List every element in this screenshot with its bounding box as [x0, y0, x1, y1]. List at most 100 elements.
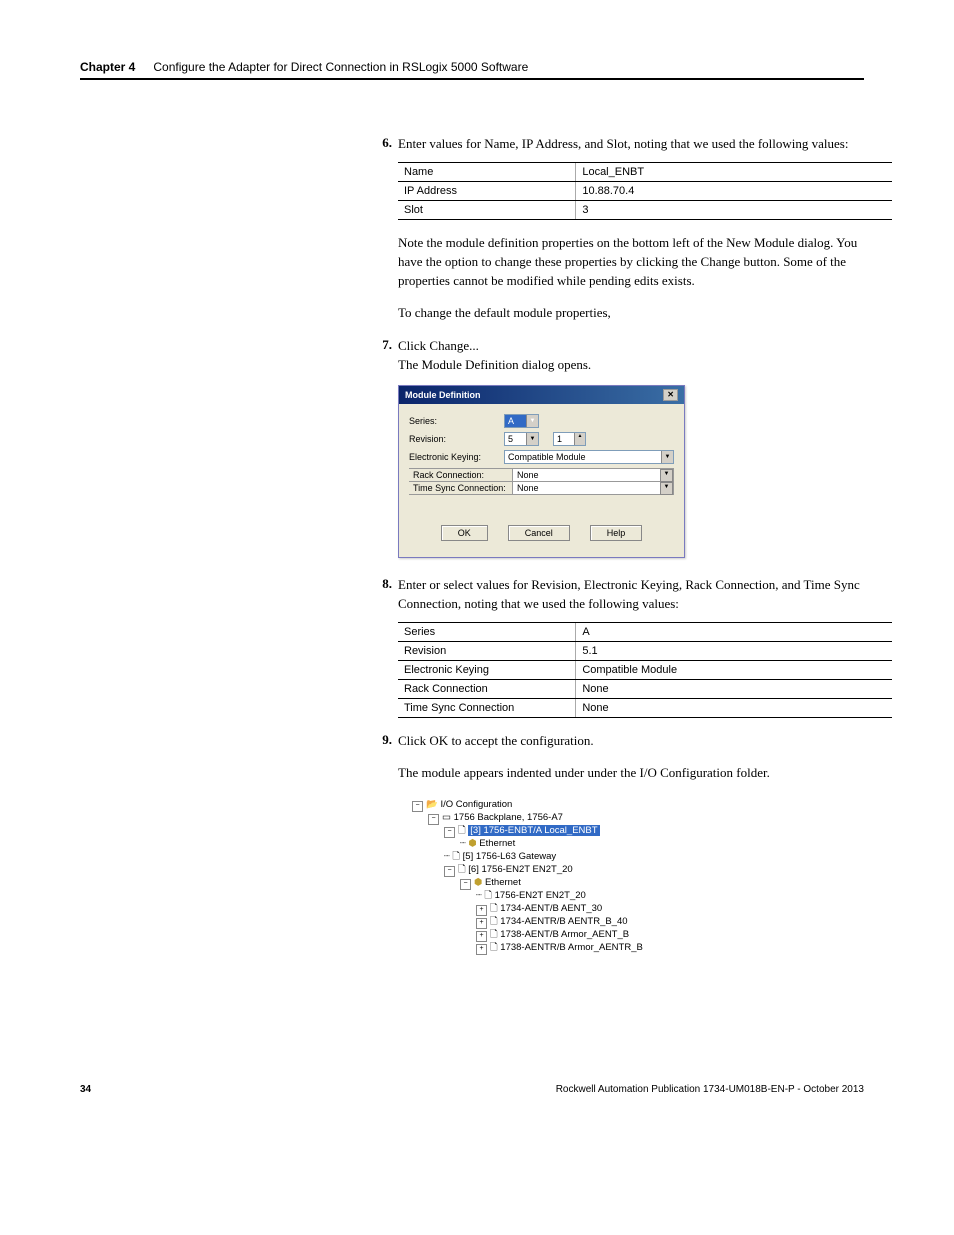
- dialog-title-text: Module Definition: [405, 390, 481, 400]
- tree-node[interactable]: ┈ ⬢ Ethernet: [400, 838, 680, 851]
- step-number: 6.: [370, 135, 392, 154]
- tree-node[interactable]: ┈ 🗋 [5] 1756-L63 Gateway: [400, 851, 680, 864]
- cancel-button[interactable]: Cancel: [508, 525, 570, 541]
- step-6: 6. Enter values for Name, IP Address, an…: [370, 135, 864, 154]
- minus-icon[interactable]: −: [444, 866, 455, 877]
- plus-icon[interactable]: +: [476, 944, 487, 955]
- tree-node[interactable]: −⬢ Ethernet: [400, 877, 680, 890]
- tree-node[interactable]: +🗋 1734-AENT/B AENT_30: [400, 903, 680, 916]
- plus-icon[interactable]: +: [476, 931, 487, 942]
- table-row: Time Sync Connection: None ▼: [409, 481, 674, 494]
- step-8: 8. Enter or select values for Revision, …: [370, 576, 864, 614]
- keying-row: Electronic Keying: Compatible Module: [409, 450, 674, 464]
- cell-key: Time Sync Connection: [398, 698, 576, 717]
- revision-label: Revision:: [409, 434, 504, 444]
- dialog-body: Series: A Revision: 5 1 Electronic Keyin…: [399, 404, 684, 557]
- dialog-buttons: OK Cancel Help: [409, 495, 674, 551]
- cell-key: IP Address: [398, 181, 576, 200]
- minus-icon[interactable]: −: [412, 801, 423, 812]
- minus-icon[interactable]: −: [460, 879, 471, 890]
- module-definition-dialog: Module Definition ✕ Series: A Revision: …: [398, 385, 685, 558]
- step-9: 9. Click OK to accept the configuration.: [370, 732, 864, 751]
- table-row: Electronic KeyingCompatible Module: [398, 660, 892, 679]
- cell-value: 10.88.70.4: [576, 181, 892, 200]
- step-7: 7. Click Change... The Module Definition…: [370, 337, 864, 375]
- table-row: Rack ConnectionNone: [398, 679, 892, 698]
- series-select[interactable]: A: [504, 414, 539, 428]
- plus-icon[interactable]: +: [476, 918, 487, 929]
- cell-key: Electronic Keying: [398, 660, 576, 679]
- table-row: Name Local_ENBT: [398, 162, 892, 181]
- step-number: 9.: [370, 732, 392, 751]
- publication-info: Rockwell Automation Publication 1734-UM0…: [556, 1084, 864, 1095]
- tree-node[interactable]: ┈ 🗋 1756-EN2T EN2T_20: [400, 890, 680, 903]
- chapter-title: Configure the Adapter for Direct Connect…: [153, 60, 528, 74]
- tree-node-root[interactable]: −📂 I/O Configuration: [400, 799, 680, 812]
- tree-node[interactable]: +🗋 1738-AENT/B Armor_AENT_B: [400, 929, 680, 942]
- keying-label: Electronic Keying:: [409, 452, 504, 462]
- chevron-down-icon[interactable]: ▼: [660, 469, 673, 482]
- paragraph: Note the module definition properties on…: [398, 234, 864, 291]
- help-button[interactable]: Help: [590, 525, 643, 541]
- ethernet-icon: ⬢: [468, 838, 476, 849]
- values-table-1: Name Local_ENBT IP Address 10.88.70.4 Sl…: [398, 162, 892, 220]
- step-number: 7.: [370, 337, 392, 375]
- revision-minor-spinner[interactable]: 1: [553, 432, 586, 446]
- values-table-2: SeriesA Revision5.1 Electronic KeyingCom…: [398, 622, 892, 718]
- chevron-down-icon[interactable]: ▼: [660, 482, 673, 495]
- step-text: Click Change... The Module Definition di…: [398, 337, 864, 375]
- tree-node[interactable]: +🗋 1734-AENTR/B AENTR_B_40: [400, 916, 680, 929]
- cell-key: Revision: [398, 641, 576, 660]
- tree-node[interactable]: +🗋 1738-AENTR/B Armor_AENTR_B: [400, 942, 680, 955]
- step-text: Enter or select values for Revision, Ele…: [398, 576, 864, 614]
- cell-value: Compatible Module: [576, 660, 892, 679]
- cell-value: 3: [576, 200, 892, 219]
- step-sub: The Module Definition dialog opens.: [398, 357, 591, 372]
- paragraph: The module appears indented under under …: [398, 764, 864, 783]
- io-config-tree[interactable]: −📂 I/O Configuration −▭ 1756 Backplane, …: [398, 797, 682, 956]
- cell-value: A: [576, 622, 892, 641]
- time-select[interactable]: None ▼: [513, 481, 674, 494]
- tree-node[interactable]: −🗋 [6] 1756-EN2T EN2T_20: [400, 864, 680, 877]
- tree-node[interactable]: −▭ 1756 Backplane, 1756-A7: [400, 812, 680, 825]
- rack-select[interactable]: None ▼: [513, 468, 674, 481]
- table-row: Slot 3: [398, 200, 892, 219]
- step-text: Enter values for Name, IP Address, and S…: [398, 135, 864, 154]
- minus-icon[interactable]: −: [428, 814, 439, 825]
- content-area: 6. Enter values for Name, IP Address, an…: [370, 135, 864, 957]
- cell-value: None: [576, 679, 892, 698]
- step-text: Click OK to accept the configuration.: [398, 732, 864, 751]
- ok-button[interactable]: OK: [441, 525, 488, 541]
- table-row: Time Sync ConnectionNone: [398, 698, 892, 717]
- time-value: None: [517, 483, 539, 493]
- minus-icon[interactable]: −: [444, 827, 455, 838]
- revision-major-select[interactable]: 5: [504, 432, 539, 446]
- time-label: Time Sync Connection:: [409, 481, 513, 494]
- series-label: Series:: [409, 416, 504, 426]
- step-main: Click Change...: [398, 338, 479, 353]
- close-icon[interactable]: ✕: [663, 389, 678, 401]
- cell-value: Local_ENBT: [576, 162, 892, 181]
- table-row: Revision5.1: [398, 641, 892, 660]
- rack-value: None: [517, 470, 539, 480]
- revision-row: Revision: 5 1: [409, 432, 674, 446]
- keying-select[interactable]: Compatible Module: [504, 450, 674, 464]
- table-row: SeriesA: [398, 622, 892, 641]
- rack-label: Rack Connection:: [409, 468, 513, 481]
- dialog-titlebar[interactable]: Module Definition ✕: [399, 386, 684, 404]
- tree-node-selected[interactable]: −🗋 [3] 1756-ENBT/A Local_ENBT: [400, 825, 680, 838]
- paragraph: To change the default module properties,: [398, 304, 864, 323]
- table-row: Rack Connection: None ▼: [409, 468, 674, 481]
- series-row: Series: A: [409, 414, 674, 428]
- page-footer: 34 Rockwell Automation Publication 1734-…: [80, 1084, 864, 1095]
- ethernet-icon: ⬢: [474, 877, 482, 888]
- page-number: 34: [80, 1084, 91, 1095]
- cell-key: Name: [398, 162, 576, 181]
- cell-key: Series: [398, 622, 576, 641]
- cell-key: Slot: [398, 200, 576, 219]
- table-row: IP Address 10.88.70.4: [398, 181, 892, 200]
- plus-icon[interactable]: +: [476, 905, 487, 916]
- dialog-conn-table: Rack Connection: None ▼ Time Sync Connect…: [409, 468, 674, 495]
- page-header: Chapter 4 Configure the Adapter for Dire…: [80, 60, 864, 80]
- cell-value: None: [576, 698, 892, 717]
